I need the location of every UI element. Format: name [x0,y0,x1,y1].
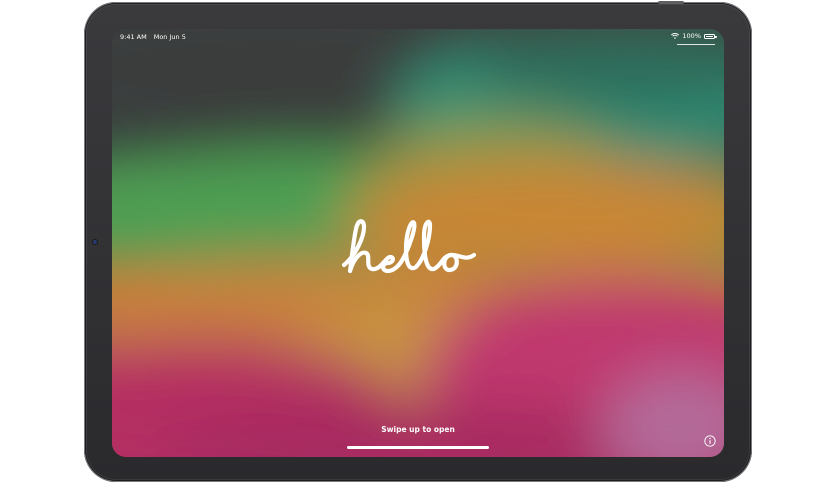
status-divider [677,44,715,45]
lock-screen[interactable]: 9:41 AM Mon Jun 5 100% hello Swipe up to… [112,29,724,457]
wifi-icon [671,33,680,39]
hello-text: hello [413,287,416,289]
swipe-up-prompt: Swipe up to open [381,425,455,434]
status-date: Mon Jun 5 [153,33,186,41]
status-bar: 9:41 AM Mon Jun 5 100% [112,29,724,47]
battery-percentage: 100% [682,32,701,40]
top-button [658,1,684,4]
status-time: 9:41 AM [120,33,147,41]
battery-icon [704,33,717,39]
hello-greeting: hello [341,219,477,289]
info-icon[interactable] [704,435,716,447]
home-indicator[interactable] [347,446,489,449]
ipad-device: 9:41 AM Mon Jun 5 100% hello Swipe up to… [84,1,752,482]
front-camera [93,240,97,244]
